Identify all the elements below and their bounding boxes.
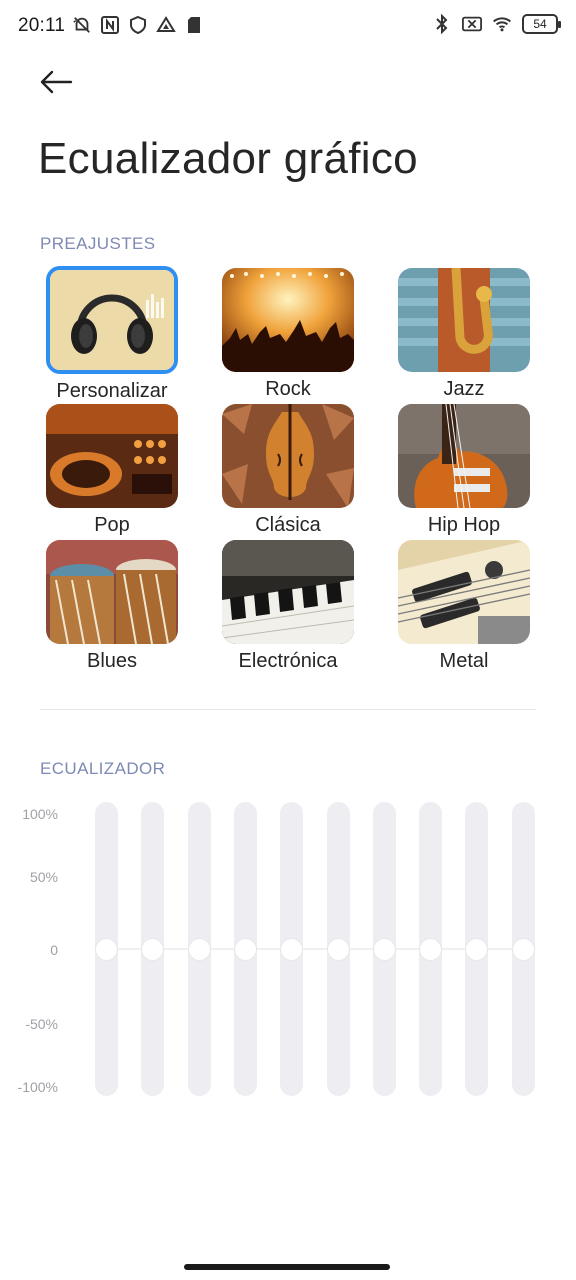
eq-slider-thumb[interactable] xyxy=(327,938,349,960)
saxophone-image xyxy=(398,268,530,372)
preset-label: Rock xyxy=(265,378,311,400)
eq-slider-thumb[interactable] xyxy=(373,938,395,960)
eq-slider-thumb[interactable] xyxy=(512,938,534,960)
eq-slider-thumb[interactable] xyxy=(281,938,303,960)
scale-label: 50% xyxy=(29,869,58,885)
preset-label: Personalizar xyxy=(56,380,168,402)
eq-slider-thumb[interactable] xyxy=(466,938,488,960)
wifi-icon xyxy=(492,13,512,35)
back-button[interactable] xyxy=(36,64,76,100)
eq-band-slider-5[interactable] xyxy=(280,802,304,1096)
presets-section-label: PREAJUSTES xyxy=(40,234,156,253)
eq-band-slider-2[interactable] xyxy=(141,802,165,1096)
status-time: 20:11 xyxy=(18,15,66,36)
eq-slider-thumb[interactable] xyxy=(96,938,117,960)
dj-turntable-image xyxy=(46,404,178,508)
scale-label: 0 xyxy=(50,942,58,958)
battery-icon: 54 xyxy=(522,14,561,34)
eq-band-slider-10[interactable] xyxy=(511,802,535,1096)
preset-label: Jazz xyxy=(443,378,485,400)
eq-band-slider-7[interactable] xyxy=(372,802,396,1096)
status-icons-right: 54 xyxy=(432,13,561,35)
preset-label: Blues xyxy=(86,650,138,672)
sim-card-icon xyxy=(184,14,204,36)
notification-muted-icon xyxy=(72,14,92,36)
guitar-pickups-image xyxy=(398,540,530,644)
shield-icon xyxy=(128,14,148,36)
scale-label: -100% xyxy=(17,1079,58,1095)
eq-band-slider-9[interactable] xyxy=(465,802,489,1096)
nfc-icon xyxy=(100,14,120,36)
preset-label: Electrónica xyxy=(238,650,338,672)
preset-rock[interactable]: Rock xyxy=(220,268,356,401)
eq-slider-thumb[interactable] xyxy=(188,938,210,960)
eq-band-slider-4[interactable] xyxy=(233,802,257,1096)
eq-band-slider-3[interactable] xyxy=(187,802,211,1096)
eq-slider-thumb[interactable] xyxy=(234,938,256,960)
headphones-image xyxy=(46,266,178,374)
eq-slider-thumb[interactable] xyxy=(420,938,442,960)
home-indicator[interactable] xyxy=(184,1264,390,1270)
preset-label: Hip Hop xyxy=(427,514,501,536)
preset-clasica[interactable]: Clásica xyxy=(220,404,356,537)
violin-image xyxy=(222,404,354,508)
preset-label: Clásica xyxy=(255,514,321,536)
preset-metal[interactable]: Metal xyxy=(396,540,532,673)
section-divider xyxy=(40,709,536,710)
eq-band-slider-8[interactable] xyxy=(419,802,443,1096)
drums-image xyxy=(46,540,178,644)
preset-label: Metal xyxy=(439,650,489,672)
preset-jazz[interactable]: Jazz xyxy=(396,268,532,401)
preset-personalizar[interactable]: Personalizar xyxy=(44,266,180,403)
status-icons-left xyxy=(72,14,204,36)
equalizer-panel: 100% 50% 0 -50% -100% xyxy=(0,800,576,1100)
eq-band-slider-1[interactable] xyxy=(95,802,118,1096)
electric-guitar-image xyxy=(398,404,530,508)
status-bar: 20:11 54 xyxy=(0,0,576,52)
piano-keys-image xyxy=(222,540,354,644)
preset-pop[interactable]: Pop xyxy=(44,404,180,537)
eq-band-slider-6[interactable] xyxy=(326,802,350,1096)
preset-blues[interactable]: Blues xyxy=(44,540,180,673)
page-title: Ecualizador gráfico xyxy=(38,134,418,183)
drive-icon xyxy=(156,14,176,36)
bluetooth-icon xyxy=(432,13,452,35)
preset-hip-hop[interactable]: Hip Hop xyxy=(396,404,532,537)
concert-crowd-image xyxy=(222,268,354,372)
eq-slider-thumb[interactable] xyxy=(142,938,164,960)
equalizer-section-label: ECUALIZADOR xyxy=(40,759,166,778)
preset-label: Pop xyxy=(94,514,130,536)
scale-label: -50% xyxy=(25,1016,58,1032)
arrow-left-icon xyxy=(40,70,73,94)
preset-electronica[interactable]: Electrónica xyxy=(220,540,356,673)
scale-label: 100% xyxy=(22,806,58,822)
no-sim-icon xyxy=(462,13,482,35)
